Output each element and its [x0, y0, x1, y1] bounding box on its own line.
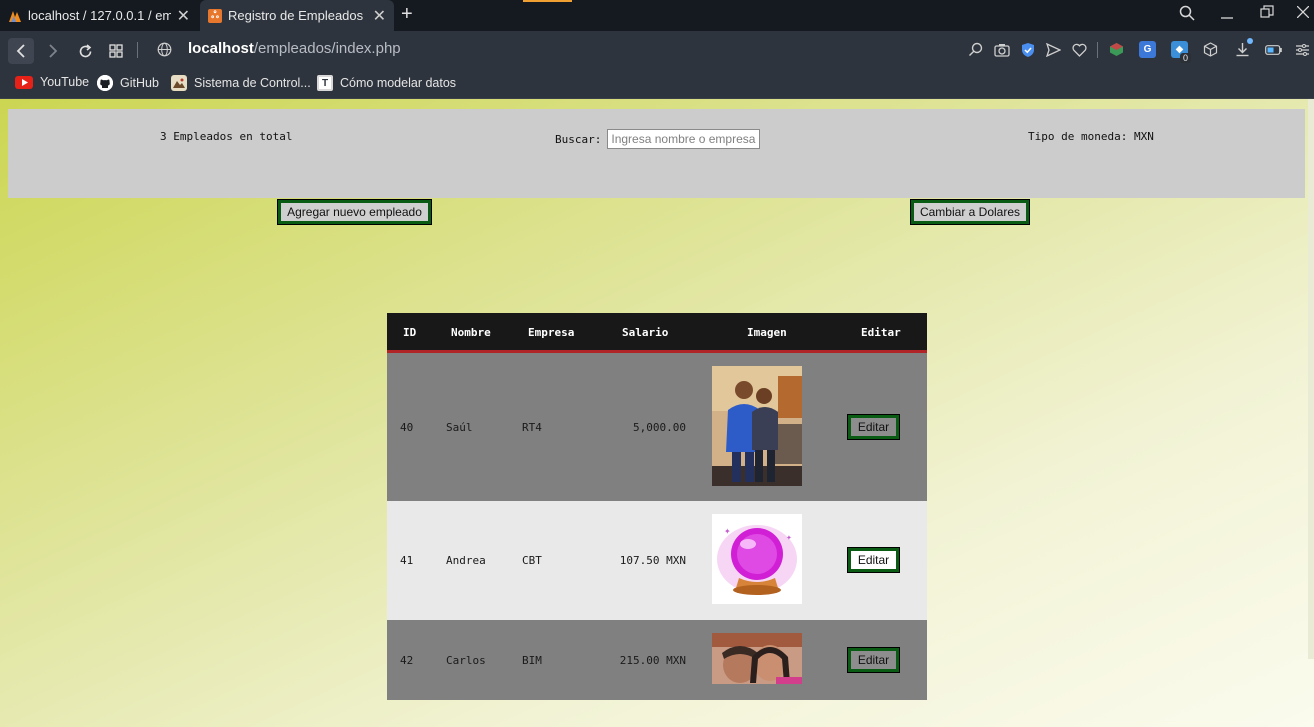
tab-title: localhost / 127.0.0.1 / empl: [28, 8, 171, 23]
svg-text:✦: ✦: [786, 534, 792, 542]
download-dot-icon: [1247, 38, 1253, 44]
column-header-nombre: Nombre: [451, 326, 491, 339]
column-header-salario: Salario: [622, 326, 669, 339]
shield-icon[interactable]: [1019, 41, 1036, 58]
loading-indicator: [523, 0, 572, 2]
add-employee-button[interactable]: Agregar nuevo empleado: [277, 199, 432, 225]
minimize-icon[interactable]: [1220, 4, 1234, 24]
address-bar: localhost/empleados/index.php G ◆ 0: [0, 31, 1314, 68]
url-field[interactable]: localhost/empleados/index.php: [188, 40, 401, 57]
cell-nombre: Carlos: [446, 654, 486, 667]
restore-icon[interactable]: [1260, 5, 1274, 23]
employee-count: 3 Empleados en total: [160, 130, 293, 143]
bookmark-label: Cómo modelar datos: [340, 76, 457, 90]
column-header-editar: Editar: [861, 326, 901, 339]
table-row: 40 Saúl RT4 5,000.00 Editar: [387, 353, 927, 501]
employees-table: ID Nombre Empresa Salario Imagen Editar …: [387, 313, 927, 700]
table-row: 41 Andrea CBT 107.50 MXN ✦ ✦ Editar: [387, 501, 927, 620]
youtube-icon: [15, 75, 33, 89]
back-button[interactable]: [8, 38, 34, 64]
folder-image-icon: [171, 75, 187, 91]
tab-phpmyadmin[interactable]: localhost / 127.0.0.1 / empl ✕: [0, 0, 198, 31]
new-tab-button[interactable]: +: [401, 3, 413, 26]
divider: [137, 42, 138, 58]
bookmark-github[interactable]: GitHub: [97, 75, 159, 91]
send-icon[interactable]: [1045, 41, 1062, 58]
search-group: Buscar:: [555, 129, 761, 149]
close-window-icon[interactable]: [1296, 5, 1310, 22]
tab-bar: localhost / 127.0.0.1 / empl ✕ ஃ Registr…: [0, 0, 1314, 31]
search-page-icon[interactable]: [967, 41, 984, 58]
bookmark-sistema-control[interactable]: Sistema de Control...: [171, 75, 311, 91]
change-currency-button[interactable]: Cambiar a Dolares: [910, 199, 1030, 225]
page-content: 3 Empleados en total Buscar: Tipo de mon…: [0, 99, 1314, 727]
package-icon[interactable]: [1202, 41, 1219, 58]
search-tabs-icon[interactable]: [1179, 5, 1195, 25]
tab-registro-empleados[interactable]: ஃ Registro de Empleados ✕: [200, 0, 394, 31]
bookmark-label: YouTube: [40, 75, 90, 89]
tab-title: Registro de Empleados: [228, 8, 364, 23]
speed-dial-icon[interactable]: [103, 38, 129, 64]
edit-button[interactable]: Editar: [847, 647, 900, 673]
table-header: ID Nombre Empresa Salario Imagen Editar: [387, 313, 927, 353]
extension-badge-count: 0: [1180, 53, 1192, 63]
cell-nombre: Andrea: [446, 554, 486, 567]
header-panel: 3 Empleados en total Buscar: Tipo de mon…: [8, 109, 1305, 198]
cell-id: 42: [400, 654, 414, 667]
column-header-imagen: Imagen: [747, 326, 787, 339]
search-input[interactable]: [607, 129, 761, 149]
globe-icon: [157, 42, 172, 62]
bookmark-t-icon: T: [317, 75, 333, 91]
edit-button[interactable]: Editar: [847, 547, 900, 573]
cell-nombre: Saúl: [446, 421, 473, 434]
bookmark-youtube[interactable]: YouTube: [15, 75, 89, 89]
cell-empresa: BIM: [522, 654, 542, 667]
bookmark-como-modelar-datos[interactable]: T Cómo modelar datos: [317, 75, 456, 91]
cell-salario: 5,000.00: [633, 421, 686, 434]
employee-photo: [712, 633, 802, 684]
currency-type: Tipo de moneda: MXN: [1028, 130, 1154, 143]
cell-empresa: RT4: [522, 421, 542, 434]
edit-button[interactable]: Editar: [847, 414, 900, 440]
reload-button[interactable]: [72, 38, 98, 64]
column-header-empresa: Empresa: [528, 326, 575, 339]
phpmyadmin-icon: [8, 9, 22, 23]
bookmark-label: GitHub: [120, 76, 159, 90]
close-tab-icon[interactable]: ✕: [177, 6, 190, 26]
employee-photo: [712, 366, 802, 486]
cell-empresa: CBT: [522, 554, 542, 567]
camera-icon[interactable]: [993, 41, 1010, 58]
svg-text:✦: ✦: [724, 527, 731, 536]
page-scrollbar[interactable]: [1308, 99, 1314, 659]
url-host: localhost: [188, 40, 254, 57]
github-icon: [97, 75, 113, 91]
bookmarks-bar: YouTube GitHub Sistema de Control... T C…: [0, 68, 1314, 99]
search-label: Buscar:: [555, 132, 602, 146]
xampp-icon: ஃ: [208, 8, 222, 23]
cell-salario: 215.00 MXN: [619, 654, 686, 667]
divider: [1097, 42, 1098, 58]
close-tab-icon[interactable]: ✕: [373, 6, 386, 26]
bookmark-label: Sistema de Control...: [194, 76, 311, 90]
cell-id: 40: [400, 421, 414, 434]
forward-button[interactable]: [40, 38, 66, 64]
settings-sliders-icon[interactable]: [1294, 41, 1311, 58]
cell-salario: 107.50 MXN: [619, 554, 686, 567]
cell-id: 41: [400, 554, 414, 567]
column-header-id: ID: [403, 326, 417, 339]
url-path: /empleados/index.php: [253, 40, 401, 57]
translate-icon[interactable]: G: [1139, 41, 1156, 58]
table-row: 42 Carlos BIM 215.00 MXN Editar: [387, 620, 927, 700]
battery-toggle-icon[interactable]: [1265, 41, 1282, 58]
crystal-ball-image: ✦ ✦: [712, 514, 802, 604]
heart-icon[interactable]: [1071, 41, 1088, 58]
extension-cube-icon[interactable]: [1108, 41, 1125, 58]
